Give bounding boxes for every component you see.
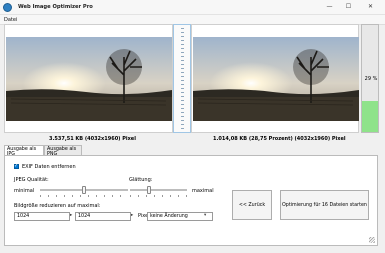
title-bar: Web Image Optimizer Pro — ☐ ✕ [0,0,385,15]
quality-label: JPEG Qualität: [14,177,49,183]
compression-ratio-bar: 29 % [361,24,379,133]
smoothing-label: Glättung: [129,177,153,183]
quality-min-label: minimal [14,188,35,194]
original-image [6,37,172,121]
exif-checkbox[interactable] [14,163,19,169]
optimized-preview-panel [191,24,359,133]
jpg-options-panel: EXIF Daten entfernen JPEG Qualität: Glät… [4,155,378,246]
compare-slider[interactable] [173,24,191,133]
original-preview-panel [4,24,173,133]
resize-grip-icon[interactable] [369,237,375,243]
quality-slider[interactable] [40,186,128,197]
optimized-size-label: 1.014,08 KB (28,75 Prozent) (4032x1960) … [213,136,346,142]
window-title: Web Image Optimizer Pro [18,4,93,10]
resize-label: Bildgröße reduzieren auf maximal: [14,203,101,209]
compression-ratio-label: 29 % [364,76,378,82]
chevron-down-icon[interactable]: ▾ [204,213,206,218]
quality-slider-ticks [40,195,128,197]
smoothing-slider-track [130,189,187,191]
smoothing-slider[interactable] [130,186,187,197]
max-height-spinner-icon[interactable]: ▸ [131,213,133,218]
exif-label: EXIF Daten entfernen [22,164,76,170]
compare-slider-grip[interactable] [181,28,184,129]
maximize-button[interactable]: ☐ [341,1,356,13]
max-width-spinner-icon[interactable]: ▸ [70,213,72,218]
max-height-input[interactable]: 1024 [75,212,131,221]
smoothing-slider-thumb[interactable] [147,186,151,194]
menu-item-datei[interactable]: Datei [4,17,17,23]
back-button[interactable]: << Zurück [232,190,272,220]
original-size-label: 3.537,51 KB (4032x1960) Pixel [49,136,136,142]
smoothing-max-label: maximal [192,188,214,194]
compression-ratio-fill [362,100,378,132]
close-button[interactable]: ✕ [363,1,378,13]
minimize-button[interactable]: — [322,1,337,13]
start-optimization-button[interactable]: Optimierung für 16 Dateien starten [280,190,369,220]
optimized-image [193,37,359,121]
smoothing-slider-ticks [130,195,187,197]
tab-png[interactable]: Ausgabe als PNG [44,145,82,157]
max-width-input[interactable]: 1024 [14,212,70,221]
quality-slider-thumb[interactable] [82,186,86,194]
app-icon [3,3,12,12]
